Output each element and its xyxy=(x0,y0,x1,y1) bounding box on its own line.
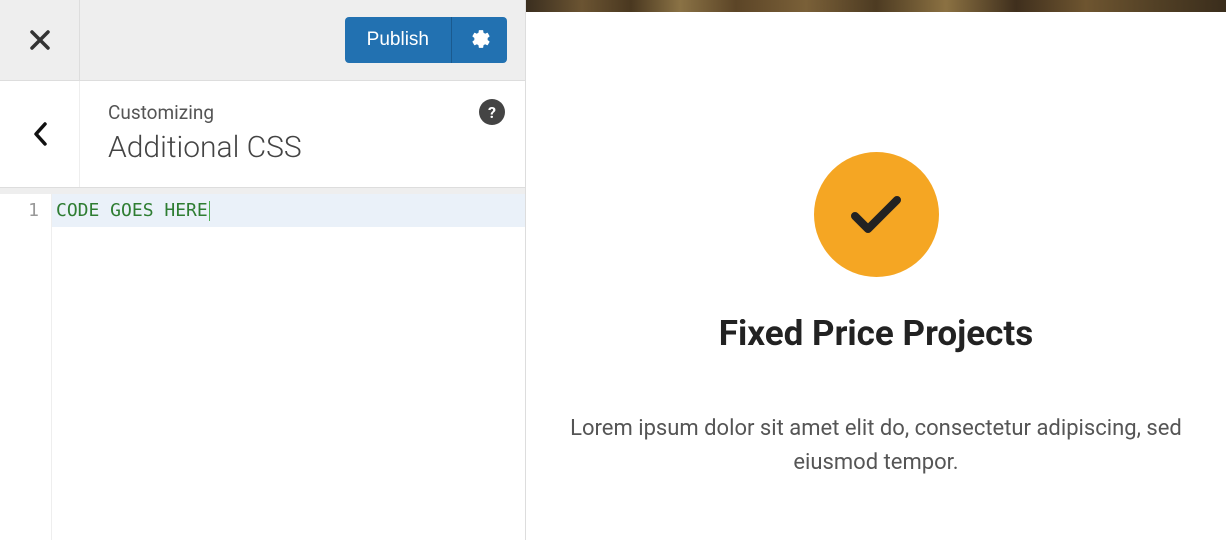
header-text: Customizing Additional CSS ? xyxy=(80,81,525,187)
close-button[interactable] xyxy=(0,0,80,81)
publish-group: Publish xyxy=(345,17,507,63)
publish-button[interactable]: Publish xyxy=(345,17,451,63)
section-title: Additional CSS xyxy=(108,130,505,165)
check-icon xyxy=(849,194,903,236)
code-text: CODE GOES HERE xyxy=(56,200,208,221)
chevron-left-icon xyxy=(31,120,49,148)
code-input[interactable]: CODE GOES HERE xyxy=(52,194,525,540)
feature-body: Lorem ipsum dolor sit amet elit do, cons… xyxy=(566,412,1186,480)
topbar: Publish xyxy=(0,0,525,81)
gear-icon xyxy=(468,28,492,52)
feature-icon-circle xyxy=(814,152,939,277)
customizer-sidebar: Publish Customizing Additional CSS ? 1 C… xyxy=(0,0,526,540)
line-number: 1 xyxy=(0,200,39,221)
close-icon xyxy=(29,29,51,51)
css-editor: 1 CODE GOES HERE xyxy=(0,188,525,540)
feature-heading: Fixed Price Projects xyxy=(719,313,1033,354)
publish-settings-button[interactable] xyxy=(451,17,507,63)
site-preview: Fixed Price Projects Lorem ipsum dolor s… xyxy=(526,0,1226,540)
breadcrumb: Customizing xyxy=(108,101,505,124)
section-header: Customizing Additional CSS ? xyxy=(0,81,525,188)
back-button[interactable] xyxy=(0,81,80,187)
text-cursor xyxy=(209,201,210,221)
hero-image-strip xyxy=(526,0,1226,12)
code-line: CODE GOES HERE xyxy=(52,194,525,227)
help-button[interactable]: ? xyxy=(479,99,505,125)
line-gutter: 1 xyxy=(0,194,52,540)
